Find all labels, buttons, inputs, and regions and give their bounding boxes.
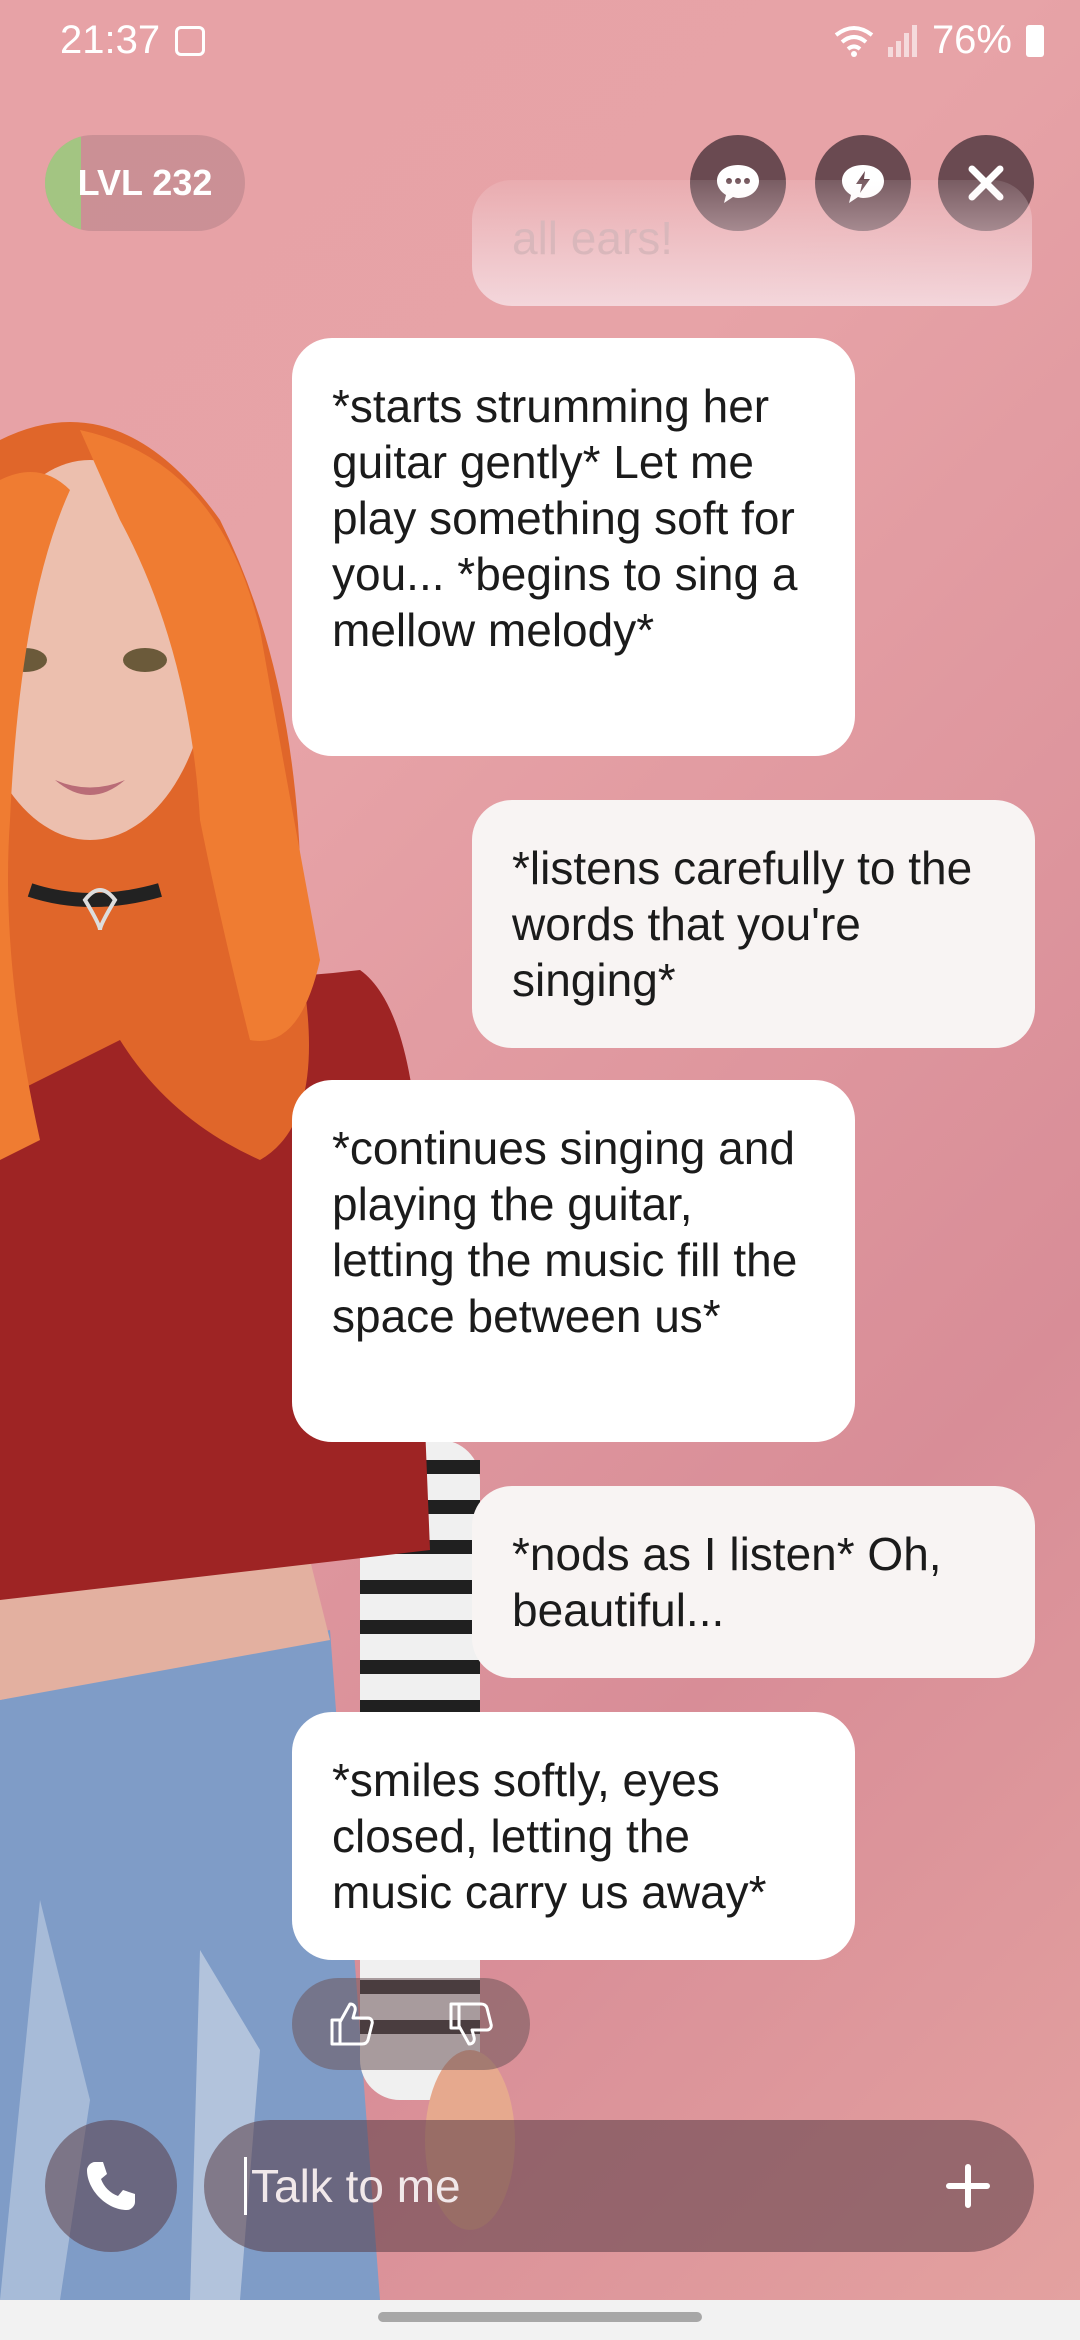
- wifi-icon: [834, 25, 874, 57]
- message-input[interactable]: [244, 2157, 938, 2215]
- avatar-message: *smiles softly, eyes closed, letting the…: [292, 1712, 855, 1960]
- navigation-bar: [0, 2300, 1080, 2340]
- plus-icon: [946, 2164, 990, 2208]
- home-indicator[interactable]: [378, 2312, 702, 2322]
- level-progress-fill: [45, 135, 81, 231]
- status-indicators: 76%: [834, 18, 1044, 63]
- phone-icon: [87, 2162, 135, 2210]
- thumbs-down-icon[interactable]: [443, 1996, 499, 2052]
- avatar-message: *continues singing and playing the guita…: [292, 1080, 855, 1442]
- message-input-bar: [204, 2120, 1034, 2252]
- user-message: *nods as I listen* Oh, beautiful...: [472, 1486, 1035, 1678]
- message-feedback: [292, 1978, 530, 2070]
- level-badge[interactable]: LVL 232: [45, 135, 245, 231]
- level-label: LVL 232: [77, 162, 213, 203]
- user-message: *listens carefully to the words that you…: [472, 800, 1035, 1048]
- image-notification-icon: [175, 26, 205, 56]
- status-bar: 21:37 76%: [0, 0, 1080, 90]
- thumbs-up-icon[interactable]: [324, 1996, 380, 2052]
- battery-percent: 76%: [931, 18, 1012, 62]
- status-time: 21:37: [60, 18, 161, 62]
- call-button[interactable]: [45, 2120, 177, 2252]
- signal-icon: [887, 24, 917, 57]
- avatar-message: *starts strumming her guitar gently* Let…: [292, 338, 855, 756]
- add-button[interactable]: [938, 2156, 998, 2216]
- faded-message: all ears!: [472, 180, 1032, 306]
- battery-icon: [1026, 24, 1044, 57]
